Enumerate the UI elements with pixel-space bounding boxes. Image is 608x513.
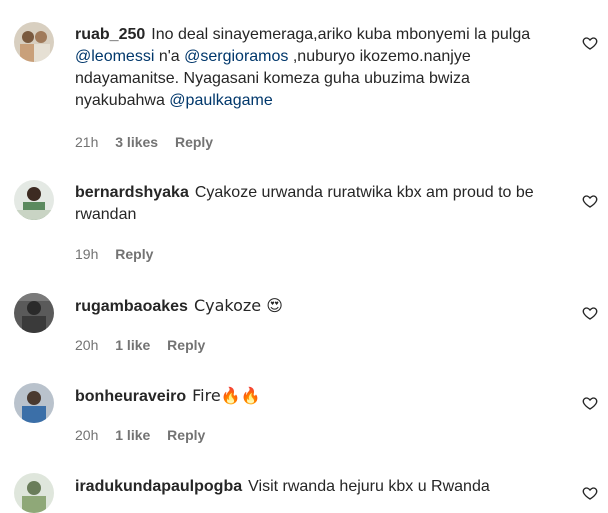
comment-meta: 19h Reply bbox=[75, 246, 166, 262]
comment-username[interactable]: rugambaoakes bbox=[75, 298, 188, 315]
comment-text: iradukundapaulpogba Visit rwanda hejuru k… bbox=[75, 476, 562, 498]
heart-outline-icon[interactable] bbox=[582, 395, 598, 411]
comment-text: bonheuraveiro Fire🔥🔥 bbox=[75, 385, 562, 408]
comment-time[interactable]: 21h bbox=[75, 134, 98, 150]
comment-text: rugambaoakes Cyakoze 😍 bbox=[75, 295, 562, 318]
comment-text-part: Fire🔥🔥 bbox=[192, 386, 261, 405]
comment-meta: 20h 1 like Reply bbox=[75, 427, 218, 443]
mention-link[interactable]: @sergioramos bbox=[184, 48, 288, 65]
comment-text-part: Ino deal sinayemeraga,ariko kuba mbonyem… bbox=[151, 26, 531, 43]
comment-time[interactable]: 20h bbox=[75, 427, 98, 443]
comment-time[interactable]: 19h bbox=[75, 246, 98, 262]
comment-time[interactable]: 20h bbox=[75, 337, 98, 353]
heart-outline-icon[interactable] bbox=[582, 193, 598, 209]
reply-button[interactable]: Reply bbox=[175, 134, 213, 150]
heart-outline-icon[interactable] bbox=[582, 305, 598, 321]
comment-username[interactable]: iradukundapaulpogba bbox=[75, 478, 242, 495]
comment-text-part: Visit rwanda hejuru kbx u Rwanda bbox=[248, 478, 490, 495]
reply-button[interactable]: Reply bbox=[167, 337, 205, 353]
comment-username[interactable]: ruab_250 bbox=[75, 26, 145, 43]
avatar[interactable] bbox=[14, 180, 54, 220]
avatar[interactable] bbox=[14, 293, 54, 333]
avatar[interactable] bbox=[14, 22, 54, 62]
comment-username[interactable]: bernardshyaka bbox=[75, 184, 189, 201]
avatar[interactable] bbox=[14, 383, 54, 423]
heart-outline-icon[interactable] bbox=[582, 485, 598, 501]
comment-username[interactable]: bonheuraveiro bbox=[75, 388, 186, 405]
avatar[interactable] bbox=[14, 473, 54, 513]
comment-text-part: n'a bbox=[154, 48, 185, 65]
reply-button[interactable]: Reply bbox=[115, 246, 153, 262]
reply-button[interactable]: Reply bbox=[167, 427, 205, 443]
comment-likes[interactable]: 1 like bbox=[115, 427, 150, 443]
comment-text-part: Cyakoze 😍 bbox=[193, 296, 283, 315]
mention-link[interactable]: @leomessi bbox=[75, 48, 154, 65]
comment-text: ruab_250 Ino deal sinayemeraga,ariko kuba… bbox=[75, 24, 562, 112]
comment-meta: 20h 1 like Reply bbox=[75, 337, 218, 353]
comment-meta: 21h 3 likes Reply bbox=[75, 134, 226, 150]
comment-likes[interactable]: 3 likes bbox=[115, 134, 158, 150]
heart-outline-icon[interactable] bbox=[582, 35, 598, 51]
comment-likes[interactable]: 1 like bbox=[115, 337, 150, 353]
mention-link[interactable]: @paulkagame bbox=[169, 92, 272, 109]
comment-text: bernardshyaka Cyakoze urwanda ruratwika k… bbox=[75, 182, 562, 226]
